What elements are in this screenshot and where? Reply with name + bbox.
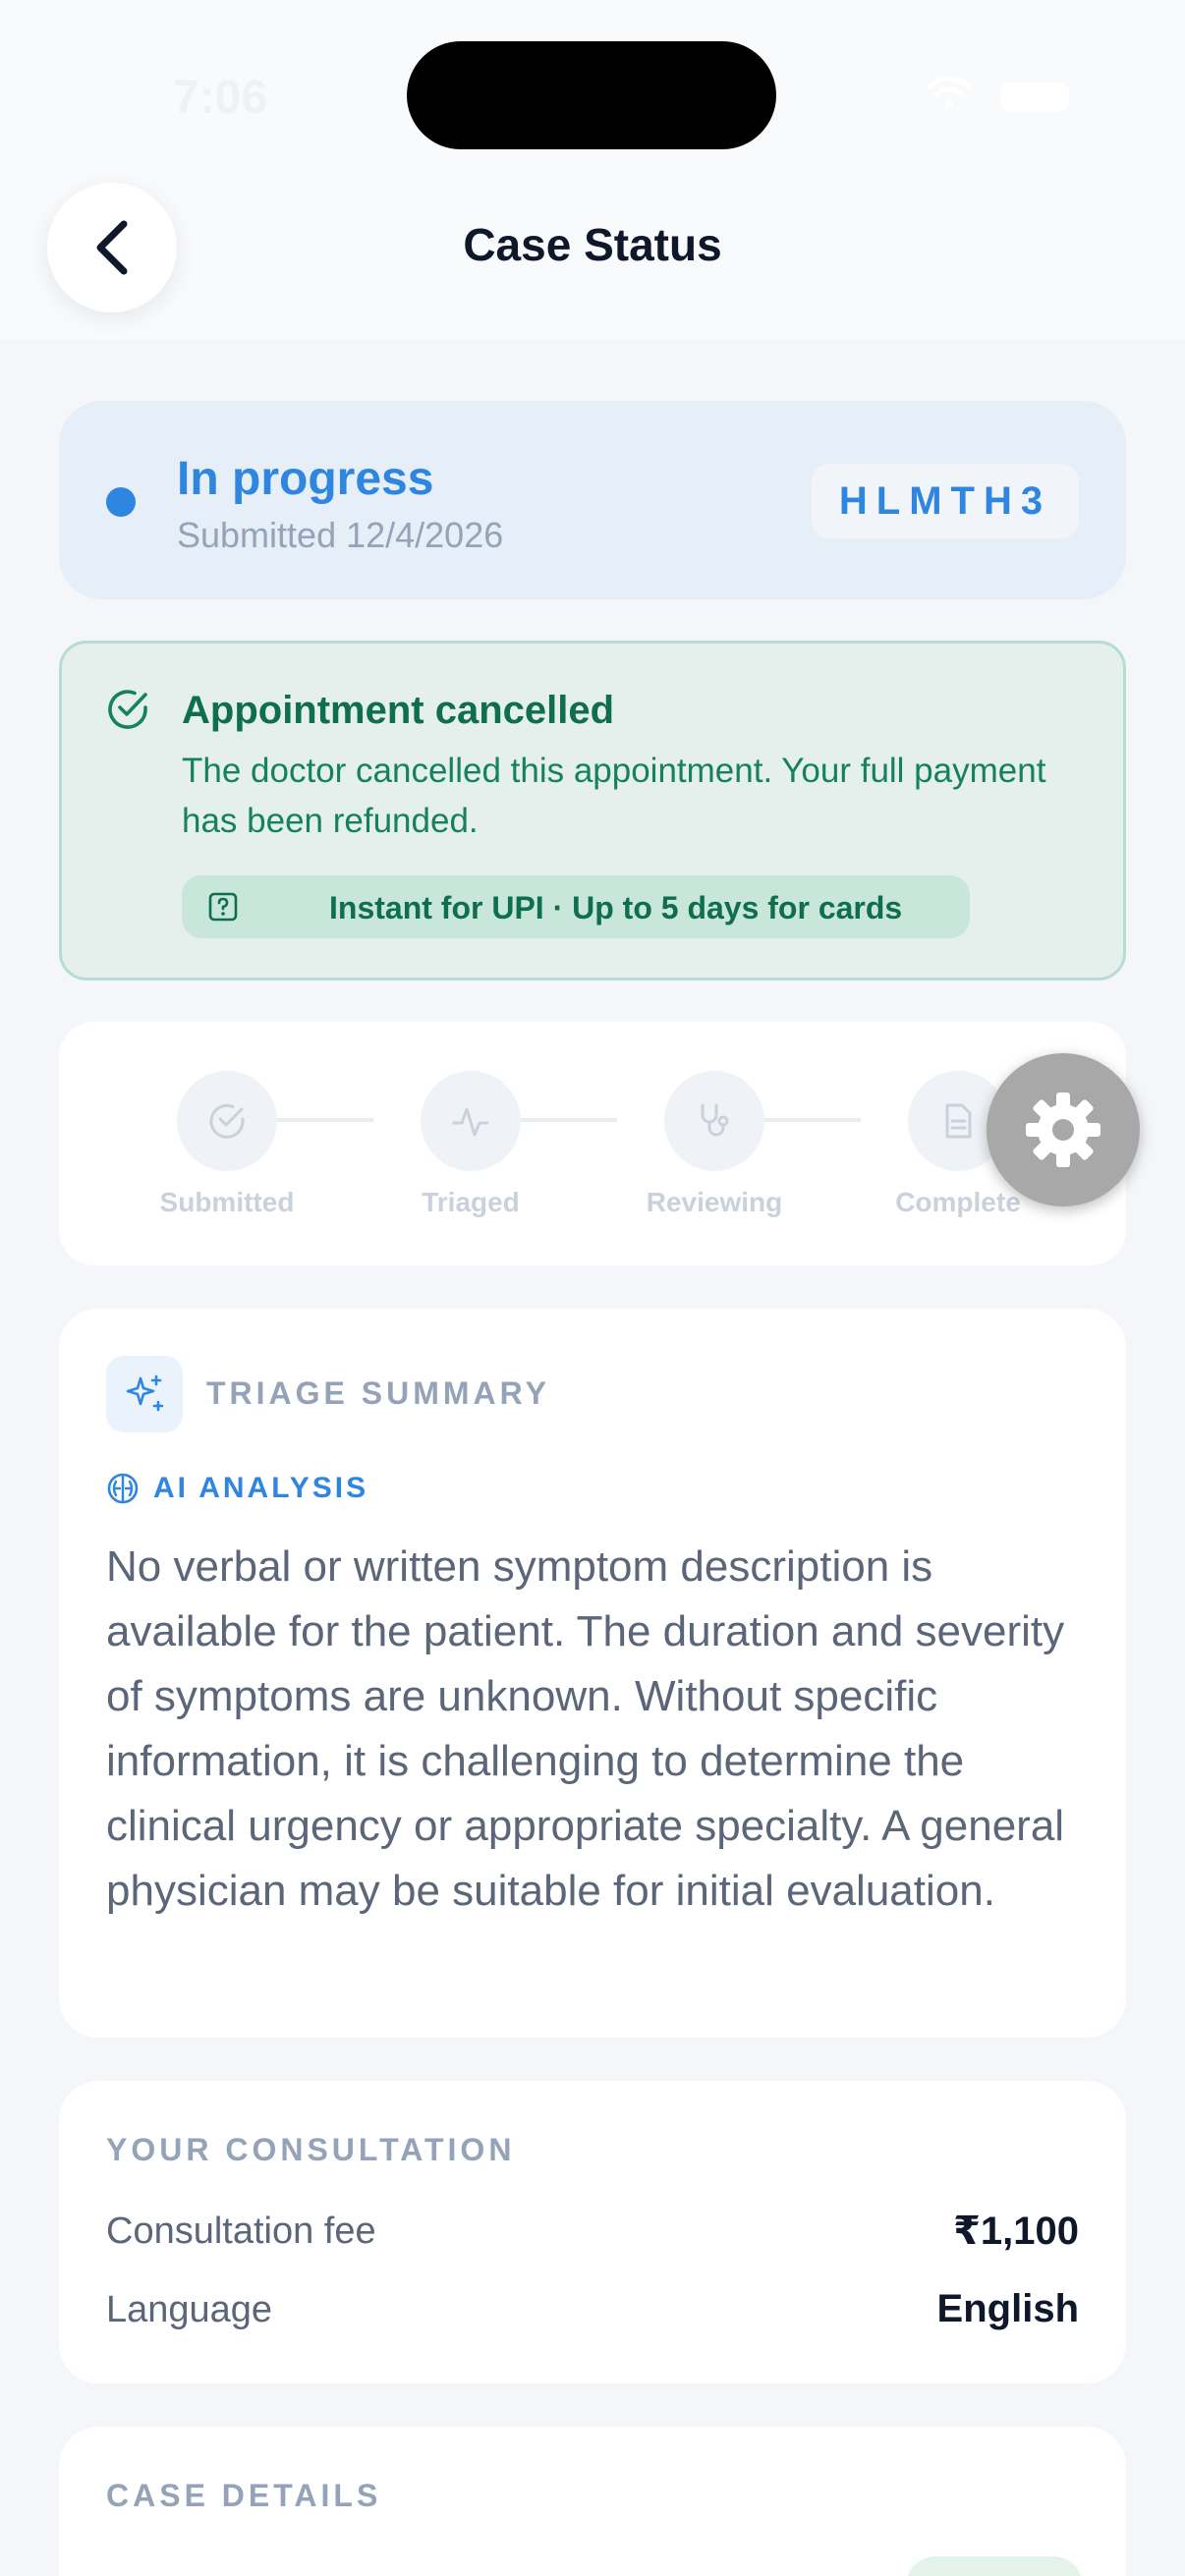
refund-timing-pill: Instant for UPI · Up to 5 days for cards xyxy=(182,875,970,938)
battery-icon xyxy=(1000,83,1069,112)
check-circle-icon xyxy=(108,690,147,729)
step-label: Triaged xyxy=(422,1187,520,1217)
step-reviewing xyxy=(664,1071,764,1171)
detail-badge xyxy=(906,2556,1083,2576)
triage-summary-heading: TRIAGE SUMMARY xyxy=(206,1375,550,1411)
wifi-icon xyxy=(928,77,971,107)
language-value: English xyxy=(936,2287,1079,2330)
cancellation-notice: Appointment cancelled The doctor cancell… xyxy=(59,641,1126,980)
sparkles-icon-box xyxy=(106,1356,183,1432)
consultation-fee-label: Consultation fee xyxy=(106,2211,376,2252)
ai-analysis-label: AI ANALYSIS xyxy=(153,1472,369,1504)
case-status-card: In progress Submitted 12/4/2026 HLMTH3 xyxy=(59,401,1126,599)
activity-icon xyxy=(452,1107,489,1137)
check-circle-icon xyxy=(209,1103,245,1139)
status-bar-time: 7:06 xyxy=(173,72,268,124)
page-title: Case Status xyxy=(463,219,722,270)
language-label: Language xyxy=(106,2289,273,2330)
step-label: Submitted xyxy=(159,1187,295,1217)
submitted-date: Submitted 12/4/2026 xyxy=(177,515,504,555)
consultation-heading: YOUR CONSULTATION xyxy=(106,2132,516,2167)
case-details-heading: CASE DETAILS xyxy=(106,2478,382,2513)
stethoscope-icon xyxy=(701,1103,729,1137)
cancellation-title: Appointment cancelled xyxy=(182,689,615,732)
document-icon xyxy=(945,1103,972,1139)
header-bar: 7:06 Case Status xyxy=(0,0,1185,340)
triage-summary-card: TRIAGE SUMMARY AI ANALYSIS No verbal or … xyxy=(59,1309,1126,2038)
settings-gear-button[interactable] xyxy=(987,1053,1140,1206)
case-details-card: CASE DETAILS xyxy=(59,2427,1126,2576)
step-label: Reviewing xyxy=(646,1187,783,1217)
step-triaged xyxy=(421,1071,521,1171)
dynamic-island xyxy=(407,41,776,149)
gear-icon xyxy=(1026,1092,1100,1167)
consultation-card: YOUR CONSULTATION Consultation fee ₹1,10… xyxy=(59,2081,1126,2383)
progress-stepper: Submitted Triaged Reviewing Complete xyxy=(59,1022,1126,1265)
status-label: In progress xyxy=(177,453,434,505)
refund-timing-text: Instant for UPI · Up to 5 days for cards xyxy=(329,890,903,925)
help-square-icon xyxy=(208,892,238,922)
status-indicator-dot xyxy=(106,487,136,517)
triage-summary-text: No verbal or written symptom description… xyxy=(106,1542,1065,1915)
case-code-badge[interactable]: HLMTH3 xyxy=(812,464,1079,538)
cancellation-message: The doctor cancelled this appointment. Y… xyxy=(182,752,1046,840)
step-submitted xyxy=(177,1071,277,1171)
sparkles-icon xyxy=(126,1374,164,1412)
brain-icon xyxy=(107,1473,139,1504)
ai-analysis-row: AI ANALYSIS xyxy=(106,1472,368,1505)
consultation-fee-value: ₹1,100 xyxy=(953,2210,1079,2253)
